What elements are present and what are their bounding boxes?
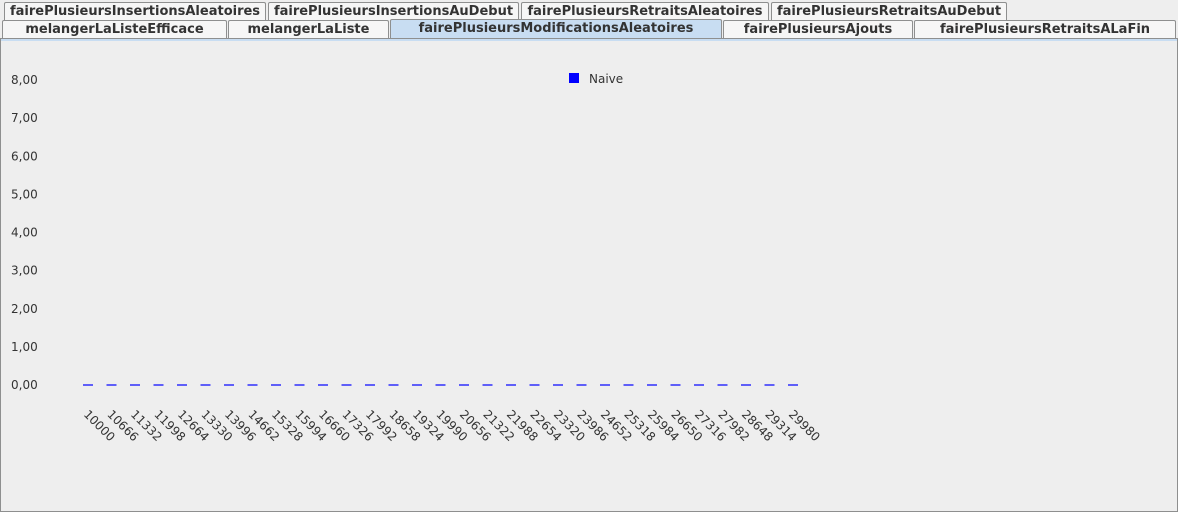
y-tick-label: 2,00	[11, 302, 38, 316]
tab-faire-plusieurs-modifications-aleatoires[interactable]: fairePlusieursModificationsAleatoires	[390, 19, 722, 39]
tab-melanger-la-liste[interactable]: melangerLaListe	[228, 20, 389, 38]
tab-faire-plusieurs-retraits-aleatoires[interactable]: fairePlusieursRetraitsAleatoires	[521, 2, 769, 20]
y-tick-label: 7,00	[11, 111, 38, 125]
tab-faire-plusieurs-ajouts[interactable]: fairePlusieursAjouts	[723, 20, 913, 38]
legend-swatch	[569, 73, 579, 83]
tab-row-2: melangerLaListeEfficace melangerLaListe …	[0, 19, 1178, 39]
tab-faire-plusieurs-insertions-au-debut[interactable]: fairePlusieursInsertionsAuDebut	[268, 2, 519, 20]
y-tick-label: 8,00	[11, 73, 38, 87]
y-tick-label: 6,00	[11, 149, 38, 163]
tab-faire-plusieurs-insertions-aleatoires[interactable]: fairePlusieursInsertionsAleatoires	[4, 2, 266, 20]
tab-content-panel: 0,00 1,00 2,00 3,00 4,00 5,00 6,00 7,00 8,00 1000…	[0, 38, 1178, 512]
legend-label: Naive	[589, 72, 623, 86]
y-tick-label: 1,00	[11, 340, 38, 354]
y-tick-label: 4,00	[11, 226, 38, 240]
tab-faire-plusieurs-retraits-a-la-fin[interactable]: fairePlusieursRetraitsALaFin	[914, 20, 1176, 38]
y-tick-label: 0,00	[11, 378, 38, 392]
line-chart: 0,001,002,003,004,005,006,007,008,001000…	[11, 72, 823, 444]
y-tick-label: 5,00	[11, 187, 38, 201]
y-tick-label: 3,00	[11, 264, 38, 278]
tab-melanger-la-liste-efficace[interactable]: melangerLaListeEfficace	[2, 20, 227, 38]
tab-faire-plusieurs-retraits-au-debut[interactable]: fairePlusieursRetraitsAuDebut	[771, 2, 1007, 20]
